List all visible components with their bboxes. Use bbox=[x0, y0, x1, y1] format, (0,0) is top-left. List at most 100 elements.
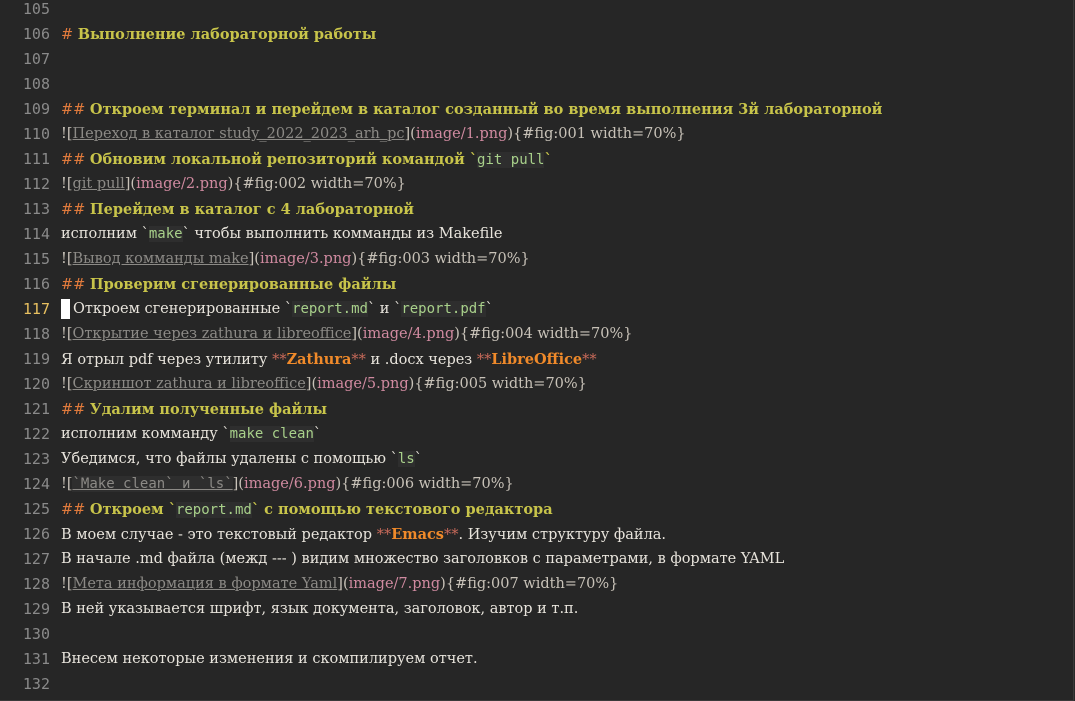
text-segment: Перейдем в каталог с 4 лабораторной bbox=[89, 201, 415, 218]
editor-line[interactable]: 107 bbox=[0, 47, 1073, 72]
line-text[interactable]: ![`Make clean` и `ls`](image/6.png){#fig… bbox=[61, 472, 514, 497]
editor-line[interactable]: 126 В моем случае - это текстовый редакто… bbox=[0, 522, 1073, 547]
line-text[interactable]: Откроем сгенерированные `report.md` и `r… bbox=[61, 297, 493, 322]
editor-line[interactable]: 108 bbox=[0, 72, 1073, 97]
text-segment: ![ bbox=[61, 576, 73, 592]
line-number: 124 bbox=[22, 475, 50, 493]
editor-line[interactable]: 130 bbox=[0, 622, 1073, 647]
editor-line[interactable]: 105 bbox=[0, 0, 1073, 22]
editor-line[interactable]: 128 ![Мета информация в формате Yaml](ima… bbox=[0, 572, 1073, 597]
line-number: 111 bbox=[22, 150, 50, 168]
text-segment: исполним комманду ` bbox=[61, 426, 230, 442]
text-segment: LibreOffice bbox=[491, 351, 583, 368]
line-number: 129 bbox=[22, 600, 50, 618]
text-segment: ){#fig:006 width=70%} bbox=[335, 476, 514, 492]
text-segment: Переход в каталог study_2022_2023_arh_pc bbox=[72, 126, 405, 142]
editor-line[interactable]: 119 Я отрыл pdf через утилиту **Zathura**… bbox=[0, 347, 1073, 372]
line-number: 120 bbox=[22, 375, 50, 393]
text-segment: image/3.png bbox=[259, 251, 352, 267]
line-text[interactable]: В начале .md файла (межд --- ) видим мно… bbox=[61, 547, 784, 572]
editor-line[interactable]: 121 ## Удалим полученные файлы bbox=[0, 397, 1073, 422]
line-text[interactable]: ## Откроем терминал и перейдем в каталог… bbox=[61, 97, 882, 123]
editor-line[interactable]: 110 ![Переход в каталог study_2022_2023_a… bbox=[0, 122, 1073, 147]
text-segment: ## bbox=[61, 502, 90, 518]
line-text[interactable]: Убедимся, что файлы удалены с помощью `l… bbox=[61, 447, 422, 472]
line-text[interactable]: ![git pull](image/2.png){#fig:002 width=… bbox=[61, 172, 406, 197]
editor-line[interactable]: 109 ## Откроем терминал и перейдем в ката… bbox=[0, 97, 1073, 122]
text-segment: ]( bbox=[248, 251, 260, 267]
text-segment: Удалим полученные файлы bbox=[89, 401, 328, 418]
line-number: 118 bbox=[22, 325, 50, 343]
line-text[interactable]: ## Перейдем в каталог с 4 лабораторной bbox=[61, 197, 414, 223]
editor-line[interactable]: 129 В ней указывается шрифт, язык докумен… bbox=[0, 597, 1073, 622]
editor-line[interactable]: 112 ![git pull](image/2.png){#fig:002 wid… bbox=[0, 172, 1073, 197]
text-segment: ` bbox=[414, 451, 422, 467]
text-segment: Откроем сгенерированные ` bbox=[73, 301, 293, 317]
text-segment: исполним ` bbox=[61, 226, 149, 242]
line-text[interactable]: ## Удалим полученные файлы bbox=[61, 397, 327, 423]
line-text[interactable]: В моем случае - это текстовый редактор *… bbox=[61, 522, 666, 548]
line-number: 110 bbox=[22, 125, 50, 143]
text-segment: image/5.png bbox=[317, 376, 409, 392]
text-segment: ![ bbox=[61, 126, 73, 142]
editor-line[interactable]: 114 исполним `make` чтобы выполнить комма… bbox=[0, 222, 1073, 247]
text-segment: `Make clean` и `ls` bbox=[72, 476, 233, 492]
text-segment: make bbox=[148, 226, 183, 242]
editor-line[interactable]: 124 ![`Make clean` и `ls`](image/6.png){#… bbox=[0, 472, 1073, 497]
line-text[interactable]: исполним комманду `make clean` bbox=[61, 422, 321, 447]
line-number: 122 bbox=[22, 425, 50, 443]
text-segment: ]( bbox=[124, 176, 137, 192]
text-cursor bbox=[61, 299, 70, 319]
line-number: 107 bbox=[22, 50, 50, 68]
line-text[interactable]: ![Скриншот zathura и libreoffice](image/… bbox=[61, 372, 587, 397]
line-text[interactable]: ![Открытие через zathura и libreoffice](… bbox=[61, 322, 633, 347]
line-number: 127 bbox=[22, 550, 50, 568]
text-segment: image/6.png bbox=[243, 476, 336, 492]
line-number: 125 bbox=[22, 500, 50, 518]
text-segment: # bbox=[61, 27, 78, 43]
line-text[interactable]: ![Мета информация в формате Yaml](image/… bbox=[61, 572, 618, 597]
editor-line[interactable]: 118 ![Открытие через zathura и libreoffic… bbox=[0, 322, 1073, 347]
editor-line[interactable]: 117 Откроем сгенерированные `report.md` и… bbox=[0, 297, 1073, 322]
editor-line[interactable]: 115 ![Вывод комманды make](image/3.png){#… bbox=[0, 247, 1073, 272]
text-segment: ** bbox=[443, 527, 459, 543]
text-segment: ]( bbox=[232, 476, 244, 492]
text-editor[interactable]: 105 106 # Выполнение лабораторной работы 10… bbox=[0, 0, 1074, 701]
line-text[interactable]: исполним `make` чтобы выполнить комманды… bbox=[61, 222, 502, 247]
line-text[interactable]: ![Переход в каталог study_2022_2023_arh_… bbox=[61, 122, 686, 147]
line-text[interactable]: Внесем некоторые изменения и скомпилируе… bbox=[61, 647, 478, 672]
editor-line[interactable]: 106 # Выполнение лабораторной работы bbox=[0, 22, 1073, 47]
text-segment: ` чтобы выполнить комманды из Makefile bbox=[182, 226, 503, 242]
editor-line[interactable]: 131 Внесем некоторые изменения и скомпили… bbox=[0, 647, 1073, 672]
line-text[interactable]: ![Вывод комманды make](image/3.png){#fig… bbox=[61, 247, 530, 272]
text-segment: ]( bbox=[351, 326, 363, 342]
line-text[interactable]: В ней указывается шрифт, язык документа,… bbox=[61, 597, 578, 622]
editor-line[interactable]: 116 ## Проверим сгенерированные файлы bbox=[0, 272, 1073, 297]
text-segment: ){#fig:007 width=70%} bbox=[440, 576, 619, 592]
editor-line[interactable]: 120 ![Скриншот zathura и libreoffice](ima… bbox=[0, 372, 1073, 397]
text-segment: report.md bbox=[292, 301, 368, 317]
editor-line[interactable]: 125 ## Откроем `report.md` с помощью текс… bbox=[0, 497, 1073, 522]
text-segment: Открытие через zathura и libreoffice bbox=[72, 326, 352, 342]
line-text[interactable]: ## Откроем `report.md` с помощью текстов… bbox=[61, 497, 553, 523]
line-text[interactable]: ## Проверим сгенерированные файлы bbox=[61, 272, 396, 298]
editor-line[interactable]: 127 В начале .md файла (межд --- ) видим … bbox=[0, 547, 1073, 572]
editor-line[interactable]: 122 исполним комманду `make clean` bbox=[0, 422, 1073, 447]
line-text[interactable]: # Выполнение лабораторной работы bbox=[61, 22, 376, 48]
line-number: 121 bbox=[22, 400, 50, 418]
text-segment: ** bbox=[582, 352, 597, 368]
editor-line[interactable]: 111 ## Обновим локальной репозиторий кома… bbox=[0, 147, 1073, 172]
line-text[interactable]: Я отрыл pdf через утилиту **Zathura** и … bbox=[61, 347, 597, 373]
editor-line[interactable]: 113 ## Перейдем в каталог с 4 лабораторно… bbox=[0, 197, 1073, 222]
text-segment: ls bbox=[397, 451, 415, 467]
text-segment: . Изучим структуру файла. bbox=[458, 527, 667, 543]
text-segment: ## bbox=[61, 402, 90, 418]
editor-line[interactable]: 123 Убедимся, что файлы удалены с помощью… bbox=[0, 447, 1073, 472]
text-segment: Выполнение лабораторной работы bbox=[77, 26, 377, 43]
text-segment: image/1.png bbox=[415, 126, 508, 142]
text-segment: В моем случае - это текстовый редактор bbox=[61, 527, 377, 543]
text-segment: image/2.png bbox=[136, 176, 228, 192]
editor-line[interactable]: 132 bbox=[0, 672, 1073, 697]
text-segment: ![ bbox=[61, 176, 73, 192]
line-text[interactable]: ## Обновим локальной репозиторий командо… bbox=[61, 147, 552, 173]
